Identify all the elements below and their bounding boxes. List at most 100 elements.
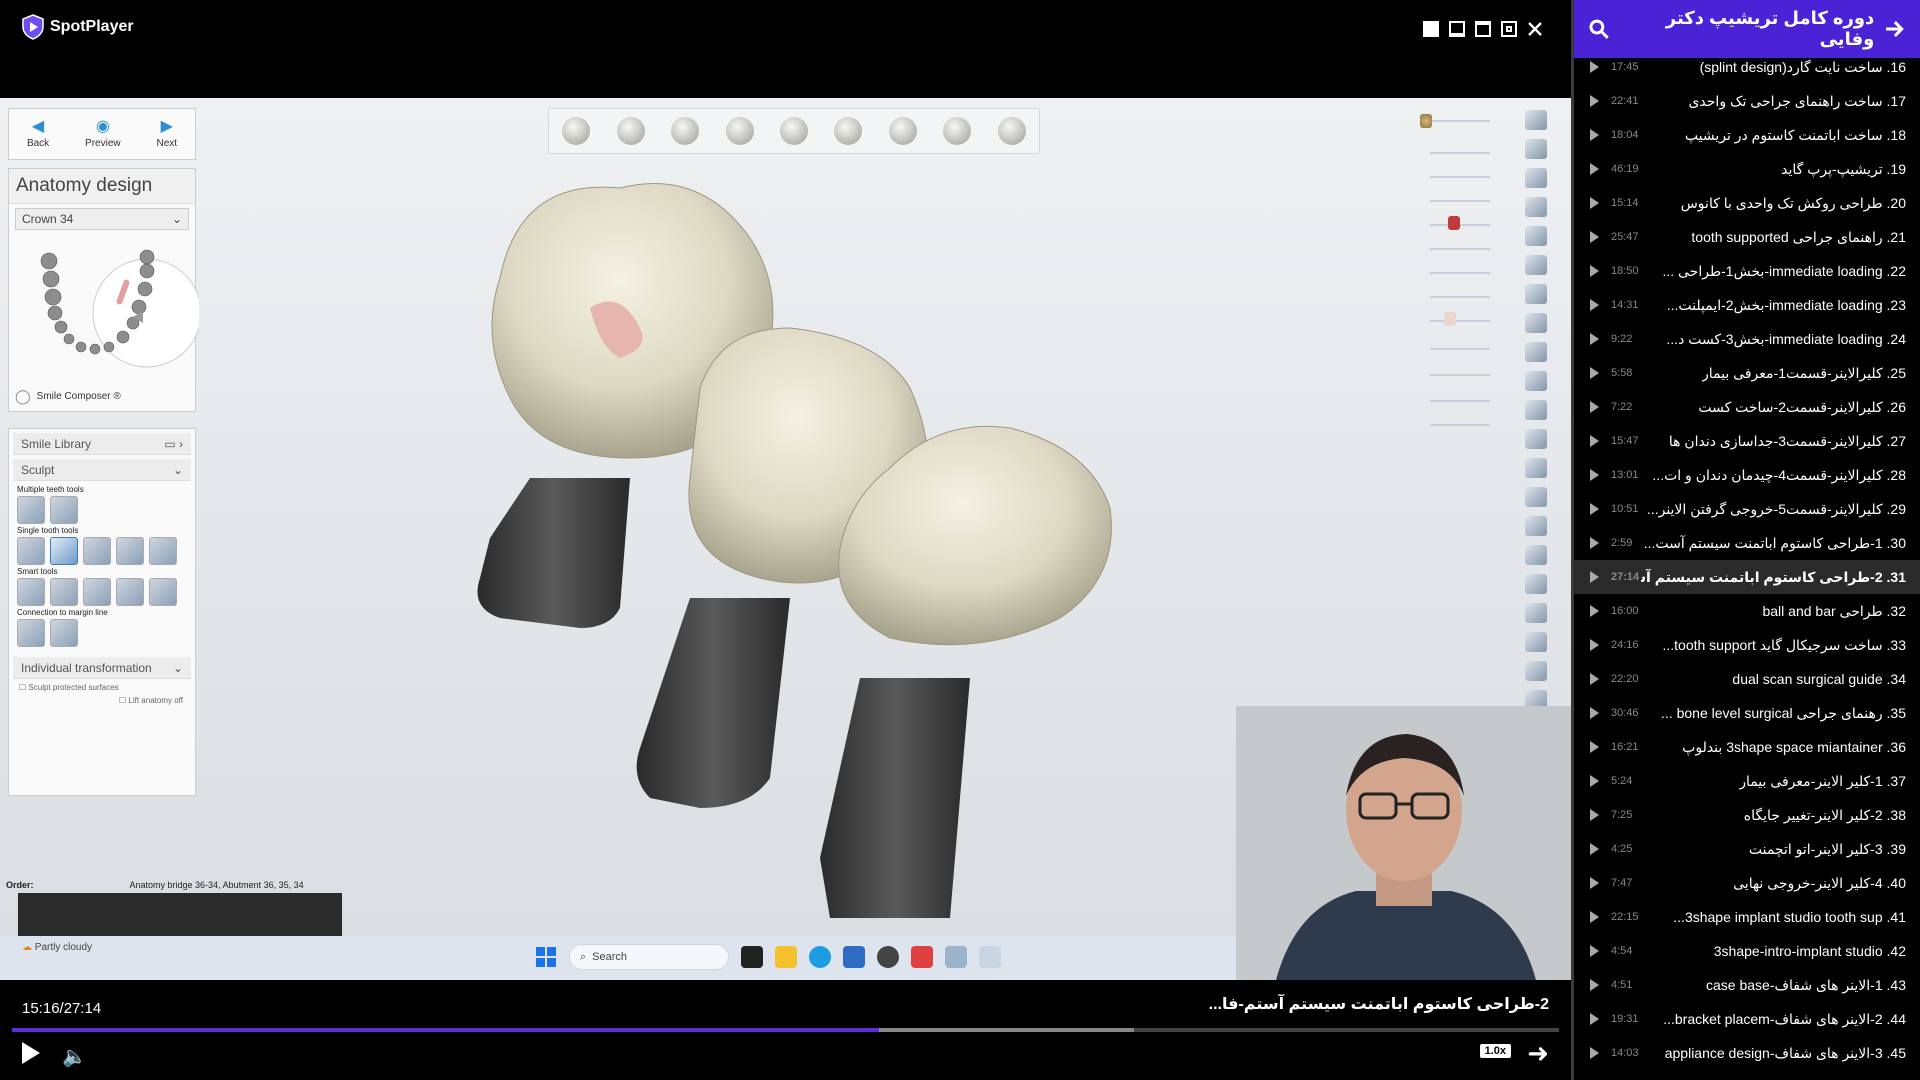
preview-button[interactable]: ◉ Preview [85, 119, 121, 150]
crown-select[interactable]: Crown 34 ⌄ [15, 208, 189, 230]
taskbar-search[interactable]: ⌕ Search [569, 944, 729, 970]
right-tool-stack-icon[interactable] [1525, 516, 1547, 536]
minimize-window-icon[interactable] [1449, 21, 1465, 37]
playlist-item[interactable]: 18:50 22. immediate loading-بخش1-طراحی ..… [1574, 254, 1920, 288]
forward-arrow-icon[interactable] [1884, 18, 1906, 40]
playlist-item[interactable]: 5:58 25. کلیرالاینر-قسمت1-معرفی بیمار [1574, 356, 1920, 390]
tooth-arch-diagram[interactable] [29, 247, 199, 377]
playlist-item[interactable]: 4:25 39. 3-کلیر الاینر-اتو اتچمنت [1574, 832, 1920, 866]
playlist-item[interactable]: 24:16 33. ساخت سرجیکال گاید tooth support… [1574, 628, 1920, 662]
smart-tool-4[interactable] [116, 578, 144, 606]
slider-track-1[interactable] [1430, 120, 1490, 122]
single-smooth-tool[interactable] [83, 537, 111, 565]
back-button[interactable]: ◀ Back [27, 119, 49, 150]
playlist-item[interactable]: 25:47 21. راهنمای جراحی tooth supported [1574, 220, 1920, 254]
smart-tool-2[interactable] [50, 578, 78, 606]
toolbar-crown-icon[interactable] [888, 117, 917, 145]
slider-track-12[interactable] [1430, 400, 1490, 402]
smart-tool-3[interactable] [83, 578, 111, 606]
right-tool-pen-icon[interactable] [1525, 342, 1547, 362]
right-tool-section-icon[interactable] [1525, 429, 1547, 449]
playlist-item[interactable]: 16:21 36. 3shape space miantainer بندلوپ [1574, 730, 1920, 764]
maximize-window-icon[interactable] [1475, 21, 1491, 37]
playlist-item[interactable]: 15:14 20. طراحی روکش تک واحدی با کانوس [1574, 186, 1920, 220]
right-tool-gray-icon[interactable] [1525, 661, 1547, 681]
playlist-item[interactable]: 17:45 16. ساخت نایت گارد(splint design) [1574, 50, 1920, 84]
playlist-item[interactable]: 22:15 41. 3shape implant studio tooth sup… [1574, 900, 1920, 934]
toolbar-dark-tooth-icon[interactable] [834, 117, 863, 145]
playlist-item[interactable]: 9:22 24. immediate loading-بخش3-کست د... [1574, 322, 1920, 356]
right-tool-page-icon[interactable] [1525, 284, 1547, 304]
slider-track-3[interactable] [1430, 176, 1490, 178]
connection-tool-1[interactable] [17, 619, 45, 647]
next-button[interactable]: ▶ Next [157, 119, 178, 150]
slider-track-7[interactable] [1430, 272, 1490, 274]
connection-tool-2[interactable] [50, 619, 78, 647]
windows-start-icon[interactable] [535, 946, 557, 968]
store-icon[interactable] [843, 946, 865, 968]
right-tool-ruler-icon[interactable] [1525, 487, 1547, 507]
single-morph-tool[interactable] [149, 537, 177, 565]
slider-knob-1[interactable] [1420, 114, 1432, 128]
toolbar-green-tooth-icon[interactable] [943, 117, 972, 145]
right-tool-fit-icon[interactable] [1525, 139, 1547, 159]
smile-library-row[interactable]: Smile Library ▭ › [13, 433, 191, 455]
playlist-item[interactable]: 4:54 42. 3shape-intro-implant studio [1574, 934, 1920, 968]
playlist-item[interactable]: 5:24 37. 1-کلیر الاینر-معرفی بیمار [1574, 764, 1920, 798]
slider-track-9[interactable] [1430, 320, 1490, 322]
single-wax-knife-tool[interactable] [50, 537, 78, 565]
playlist-item[interactable]: 7:22 26. کلیرالاینر-قسمت2-ساخت کست [1574, 390, 1920, 424]
toolbar-implant-icon[interactable] [671, 117, 700, 145]
right-tool-close-icon[interactable] [1525, 110, 1547, 130]
right-tool-copy-icon[interactable] [1525, 226, 1547, 246]
playlist-item[interactable]: 14:31 23. immediate loading-بخش2-ایمپلنت.… [1574, 288, 1920, 322]
playlist-item[interactable]: 22:41 17. ساخت راهنمای جراحی تک واحدی [1574, 84, 1920, 118]
search-icon[interactable] [1588, 18, 1610, 40]
smile-composer[interactable]: ◯ Smile Composer ® [15, 388, 121, 405]
toolbar-abutment-icon[interactable] [725, 117, 754, 145]
volume-icon[interactable]: 🔈 [62, 1044, 87, 1069]
slider-track-11[interactable] [1430, 374, 1490, 376]
toolbar-disc-icon[interactable] [997, 117, 1026, 145]
smart-tool-5[interactable] [149, 578, 177, 606]
slider-track-10[interactable] [1430, 348, 1490, 350]
app-tooth-icon[interactable] [945, 946, 967, 968]
right-tool-hat-icon[interactable] [1525, 197, 1547, 217]
playlist-item[interactable]: 30:46 35. رهنمای جراحی bone level surgica… [1574, 696, 1920, 730]
sculpt-row[interactable]: Sculpt ⌄ [13, 459, 191, 481]
right-tool-rotate-icon[interactable] [1525, 168, 1547, 188]
app-3shape-icon[interactable] [979, 946, 1001, 968]
app-arrow-icon[interactable] [911, 946, 933, 968]
playlist-item[interactable]: 15:47 27. کلیرالاینر-قسمت3-جداسازی دندان … [1574, 424, 1920, 458]
slider-track-6[interactable] [1430, 248, 1490, 250]
playlist-item[interactable]: 22:20 34. dual scan surgical guide [1574, 662, 1920, 696]
single-cut-tool[interactable] [116, 537, 144, 565]
playlist-item[interactable]: 46:19 19. تریشیپ-پرپ گاید [1574, 152, 1920, 186]
slider-track-13[interactable] [1430, 424, 1490, 426]
right-tool-edit-icon[interactable] [1525, 371, 1547, 391]
playlist-item[interactable]: 7:47 40. 4-کلیر الاینر-خروجی نهایی [1574, 866, 1920, 900]
slider-track-5[interactable] [1430, 224, 1490, 226]
progress-bar[interactable] [12, 1028, 1559, 1032]
edge-browser-icon[interactable] [809, 946, 831, 968]
smart-tool-1[interactable] [17, 578, 45, 606]
right-tool-magnify-icon[interactable] [1525, 400, 1547, 420]
right-tool-globe-icon[interactable] [1525, 632, 1547, 652]
playlist-item[interactable]: 7:25 38. 2-کلیر الاینر-تغییر جایگاه [1574, 798, 1920, 832]
sculpt-protected-checkbox[interactable]: ☐ Sculpt protected surfaces [19, 683, 185, 692]
speed-button[interactable]: 1.0x [1479, 1044, 1511, 1058]
close-window-icon[interactable] [1527, 21, 1543, 37]
restore-window-icon[interactable] [1501, 21, 1517, 37]
slider-track-2[interactable] [1430, 152, 1490, 154]
right-tool-face-icon[interactable] [1525, 545, 1547, 565]
playlist-item[interactable]: 27:1431. 2-طراحی کاستوم اباتمنت سیستم آس… [1574, 560, 1920, 594]
next-video-arrow-icon[interactable]: ➜ [1527, 1038, 1549, 1069]
playlist-item[interactable]: 10:51 29. کلیرالاینر-قسمت5-خروجی گرفتن ال… [1574, 492, 1920, 526]
single-move-tool[interactable] [17, 537, 45, 565]
slider-knob-5[interactable] [1448, 216, 1460, 230]
toolbar-pencil-icon[interactable] [562, 117, 591, 145]
lift-anatomy-checkbox[interactable]: ☐ Lift anatomy off [119, 696, 185, 705]
right-tool-paste-icon[interactable] [1525, 255, 1547, 275]
playlist-item[interactable]: 16:00 32. طراحی ball and bar [1574, 594, 1920, 628]
playlist-item[interactable]: 18:04 18. ساخت اباتمنت کاستوم در تریشیپ [1574, 118, 1920, 152]
